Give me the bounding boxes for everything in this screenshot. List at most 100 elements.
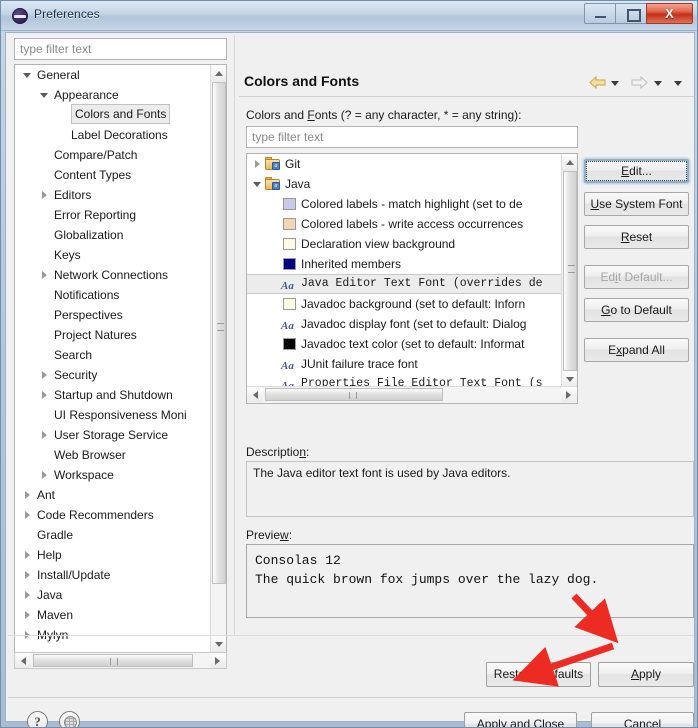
sidebar-item-java[interactable]: Java (15, 585, 226, 605)
use-system-font-button[interactable]: Use System Font (584, 192, 689, 216)
tree-row[interactable]: Colored labels - match highlight (set to… (247, 194, 577, 214)
tree-row[interactable]: Javadoc text color (set to default: Info… (247, 334, 577, 354)
tree-expanded-arrow-icon[interactable] (253, 180, 262, 189)
forward-arrow-icon[interactable] (631, 75, 648, 90)
sidebar-item-gradle[interactable]: Gradle (15, 525, 226, 545)
tree-collapsed-arrow-icon[interactable] (40, 471, 49, 480)
tree-row[interactable]: Aa JUnit failure trace font (247, 354, 577, 374)
tree-hscroll-thumb[interactable] (265, 388, 443, 401)
colors-and-fonts-tree[interactable]: a Git a Java Colored labels - match highligh… (246, 153, 578, 404)
preview-label: Preview: (246, 528, 293, 542)
sidebar-item-content-types[interactable]: Content Types (15, 165, 226, 185)
minimize-button[interactable] (584, 3, 616, 24)
sidebar-item-label: Install/Update (37, 568, 111, 582)
tree-row[interactable]: Javadoc background (set to default: Info… (247, 294, 577, 314)
close-button[interactable]: X (646, 3, 693, 24)
sidebar-vertical-scrollbar[interactable] (210, 65, 226, 653)
tree-collapsed-arrow-icon[interactable] (40, 371, 49, 380)
apply-and-close-button[interactable]: Apply and Close (464, 712, 577, 727)
sidebar-item-label-decorations[interactable]: Label Decorations (15, 125, 226, 145)
sidebar-item-help[interactable]: Help (15, 545, 226, 565)
sidebar-item-perspectives[interactable]: Perspectives (15, 305, 226, 325)
scroll-up-arrow-icon[interactable] (211, 65, 226, 82)
tree-expanded-arrow-icon[interactable] (40, 91, 49, 100)
tree-row[interactable]: Colored labels - write access occurrence… (247, 214, 577, 234)
reset-button[interactable]: Reset (584, 225, 689, 249)
scroll-up-arrow-icon[interactable] (562, 154, 577, 171)
back-arrow-icon[interactable] (589, 75, 606, 90)
scroll-down-arrow-icon[interactable] (211, 636, 226, 653)
tree-scroll-thumb[interactable] (563, 171, 577, 371)
sidebar-item-search[interactable]: Search (15, 345, 226, 365)
sidebar-item-appearance[interactable]: Appearance (15, 85, 226, 105)
sidebar-item-keys[interactable]: Keys (15, 245, 226, 265)
tree-collapsed-arrow-icon[interactable] (253, 160, 262, 169)
tree-collapsed-arrow-icon[interactable] (40, 391, 49, 400)
tree-collapsed-arrow-icon[interactable] (23, 611, 32, 620)
scroll-left-arrow-icon[interactable] (247, 387, 263, 402)
cancel-button[interactable]: Cancel (591, 712, 694, 727)
tree-collapsed-arrow-icon[interactable] (23, 491, 32, 500)
sidebar-item-user-storage-service[interactable]: User Storage Service (15, 425, 226, 445)
sidebar-item-error-reporting[interactable]: Error Reporting (15, 205, 226, 225)
tree-collapsed-arrow-icon[interactable] (40, 431, 49, 440)
tree-collapsed-arrow-icon[interactable] (23, 551, 32, 560)
sidebar-item-ant[interactable]: Ant (15, 485, 226, 505)
sidebar-filter-input[interactable]: type filter text (14, 38, 227, 60)
tree-row[interactable]: Declaration view background (247, 234, 577, 254)
tree-collapsed-arrow-icon[interactable] (23, 591, 32, 600)
sidebar-item-label: General (37, 68, 80, 82)
tree-expanded-arrow-icon[interactable] (23, 71, 32, 80)
sidebar-item-project-natures[interactable]: Project Natures (15, 325, 226, 345)
sidebar-item-label: Maven (37, 608, 74, 622)
go-to-default-button[interactable]: Go to Default (584, 298, 689, 322)
sidebar-item-maven[interactable]: Maven (15, 605, 226, 625)
sidebar-item-workspace[interactable]: Workspace (15, 465, 226, 485)
sidebar-item-notifications[interactable]: Notifications (15, 285, 226, 305)
sidebar-item-editors[interactable]: Editors (15, 185, 226, 205)
overflow-chevron-down-icon[interactable] (674, 81, 682, 86)
sidebar-item-security[interactable]: Security (15, 365, 226, 385)
sidebar-item-web-browser[interactable]: Web Browser (15, 445, 226, 465)
back-history-chevron-down-icon[interactable] (611, 81, 619, 86)
tree-collapsed-arrow-icon[interactable] (40, 191, 49, 200)
restore-defaults-button[interactable]: Restore Defaults (486, 662, 591, 687)
tree-row[interactable]: Aa Java Editor Text Font (overrides de (247, 274, 577, 294)
tree-row[interactable]: a Java (247, 174, 577, 194)
forward-history-chevron-down-icon[interactable] (654, 81, 662, 86)
tree-row[interactable]: Inherited members (247, 254, 577, 274)
sidebar-item-network-connections[interactable]: Network Connections (15, 265, 226, 285)
tree-collapsed-arrow-icon[interactable] (23, 571, 32, 580)
edit-button[interactable]: Edit... (584, 159, 689, 183)
globe-icon[interactable] (59, 711, 80, 727)
sidebar-item-install-update[interactable]: Install/Update (15, 565, 226, 585)
sidebar-horizontal-scrollbar[interactable] (14, 652, 227, 669)
tree-row[interactable]: Aa Javadoc display font (set to default: … (247, 314, 577, 334)
sidebar-item-code-recommenders[interactable]: Code Recommenders (15, 505, 226, 525)
tree-collapsed-arrow-icon[interactable] (40, 271, 49, 280)
preferences-tree[interactable]: General Appearance Colors and Fonts Label D… (14, 64, 227, 654)
sidebar-scroll-thumb[interactable] (212, 82, 226, 584)
scroll-right-arrow-icon[interactable] (561, 387, 577, 402)
tree-row[interactable]: a Git (247, 154, 577, 174)
folder-icon: a (265, 177, 281, 190)
apply-button[interactable]: Apply (598, 662, 694, 687)
expand-all-button[interactable]: Expand All (584, 338, 689, 362)
sidebar-item-colors-and-fonts[interactable]: Colors and Fonts (15, 104, 226, 125)
sidebar-hscroll-thumb[interactable] (33, 654, 193, 667)
color-swatch-icon (283, 198, 296, 210)
sidebar-item-globalization[interactable]: Globalization (15, 225, 226, 245)
help-icon[interactable]: ? (27, 711, 48, 727)
maximize-button[interactable] (615, 3, 647, 24)
colors-fonts-filter-input[interactable]: type filter text (246, 126, 578, 148)
scroll-right-arrow-icon[interactable] (210, 653, 226, 668)
sidebar-item-startup-and-shutdown[interactable]: Startup and Shutdown (15, 385, 226, 405)
preferences-tree-items: General Appearance Colors and Fonts Label D… (15, 65, 226, 645)
sidebar-item-general[interactable]: General (15, 65, 226, 85)
sidebar-item-ui-responsiveness-moni[interactable]: UI Responsiveness Moni (15, 405, 226, 425)
tree-collapsed-arrow-icon[interactable] (23, 511, 32, 520)
tree-vertical-scrollbar[interactable] (561, 154, 577, 388)
scroll-left-arrow-icon[interactable] (15, 653, 31, 668)
tree-horizontal-scrollbar[interactable] (247, 386, 577, 403)
sidebar-item-compare-patch[interactable]: Compare/Patch (15, 145, 226, 165)
